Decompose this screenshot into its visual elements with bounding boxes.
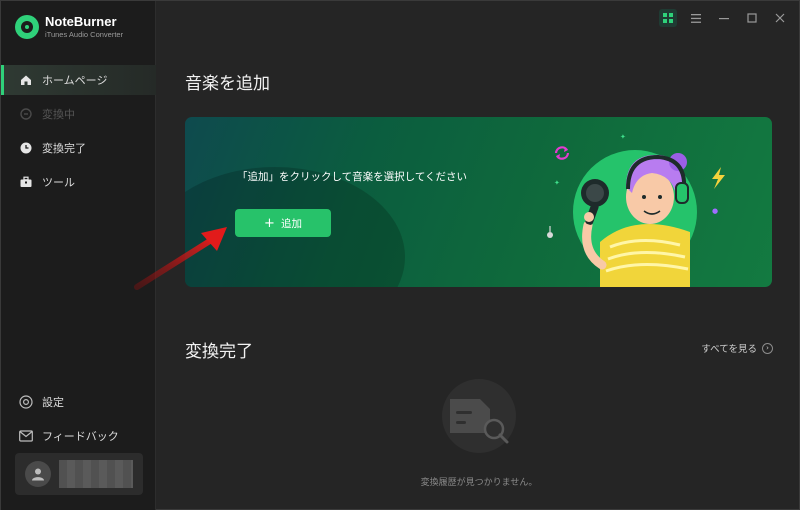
sidebar-item-converting[interactable]: 変換中 [1,99,156,129]
sidebar-nav: ホームページ 変換中 変換完了 ツール [1,65,156,201]
brand-name: NoteBurner [45,14,117,30]
home-icon [19,73,33,87]
empty-state-illustration [442,379,516,453]
sidebar-item-home[interactable]: ホームページ [1,65,156,95]
redacted-user-info [59,460,133,488]
converted-title: 変換完了 [185,342,253,362]
brand: NoteBurner iTunes Audio Converter [15,15,123,39]
view-all-label: すべてを見る [701,344,757,355]
chevron-right-icon: › [762,342,773,354]
app-window: NoteBurner iTunes Audio Converter ホームページ… [0,0,800,510]
clock-icon [19,141,33,155]
user-icon [32,468,44,481]
sidebar-bottom-nav: 設定 フィードバック [1,387,156,455]
add-button[interactable]: + 追加 [235,209,331,237]
sidebar-item-label: フィードバック [42,430,119,443]
add-button-label: 追加 [280,217,302,230]
view-all-link[interactable]: すべてを見る › [701,341,773,355]
settings-icon [19,395,33,409]
svg-text:✦: ✦ [554,179,560,187]
brand-subtitle: iTunes Audio Converter [45,30,124,40]
sidebar-item-converted[interactable]: 変換完了 [1,133,156,163]
toolbox-icon [19,175,33,189]
svg-text:●: ● [712,207,718,215]
sidebar-item-label: 設定 [42,396,64,409]
sidebar-item-label: 変換完了 [42,142,86,155]
singer-illustration: ✦ ✦ ● [547,133,725,287]
svg-text:✦: ✦ [620,133,626,141]
add-music-banner: 「追加」をクリックして音楽を選択してください + 追加 ✦ ✦ ● [185,117,772,287]
sidebar-item-feedback[interactable]: フィードバック [1,421,156,451]
empty-state-message: 変換履歴が見つかりません。 [420,478,538,488]
main-content: 音楽を追加 「追加」をクリックして音楽を選択してください + 追加 ✦ ✦ ● [157,1,800,510]
converting-icon [19,107,33,121]
document-search-icon [450,399,509,444]
sidebar-item-label: ツール [42,176,75,189]
plus-icon: + [264,215,275,231]
noteburner-logo-icon [15,15,39,39]
mail-icon [19,429,33,443]
user-account-card[interactable] [15,453,143,495]
sidebar-item-tools[interactable]: ツール [1,167,156,197]
sidebar-item-label: ホームページ [42,74,108,87]
sidebar-item-settings[interactable]: 設定 [1,387,156,417]
add-music-title: 音楽を追加 [185,74,270,94]
annotation-arrow [134,227,227,290]
banner-instruction: 「追加」をクリックして音楽を選択してください [237,171,468,183]
avatar [25,461,51,487]
sidebar-item-label: 変換中 [42,108,75,121]
